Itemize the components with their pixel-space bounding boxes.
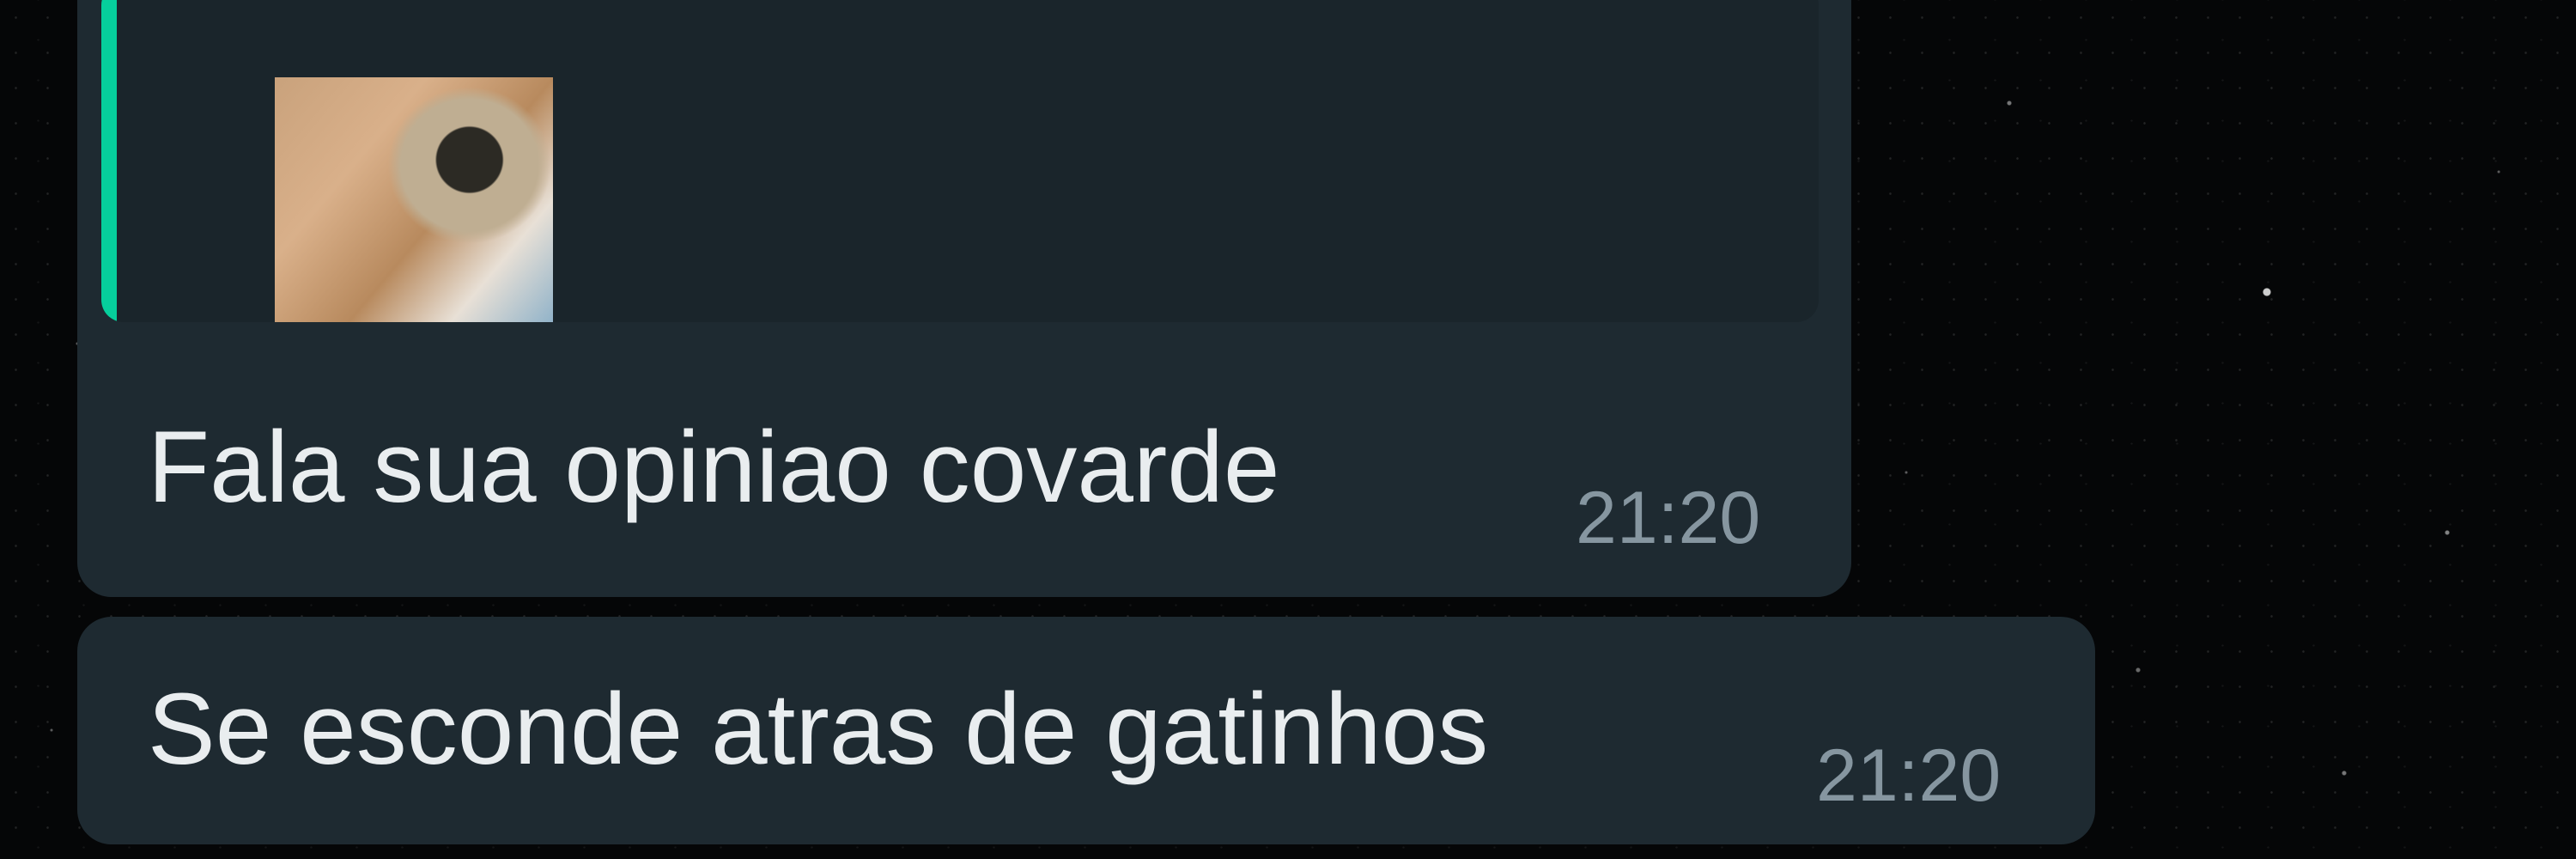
- quoted-message[interactable]: [101, 0, 1819, 322]
- message-text: Fala sua opiniao covarde: [148, 411, 1280, 524]
- message-text: Se esconde atras de gatinhos: [148, 673, 1489, 786]
- quote-accent-bar: [101, 0, 117, 322]
- message-bubble[interactable]: Se esconde atras de gatinhos 21:20: [77, 617, 2095, 844]
- message-timestamp: 21:20: [1816, 734, 2002, 817]
- message-bubble-reply[interactable]: Fala sua opiniao covarde 21:20: [77, 0, 1851, 597]
- quoted-cat-image[interactable]: [275, 77, 553, 322]
- message-timestamp: 21:20: [1576, 477, 1761, 559]
